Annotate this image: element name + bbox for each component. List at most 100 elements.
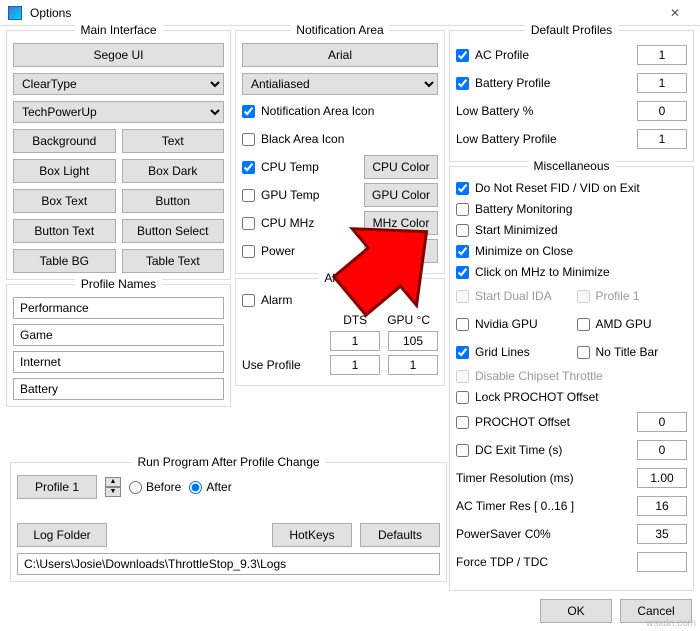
color-button[interactable]: Text: [122, 129, 225, 153]
dp-label: AC Profile: [475, 48, 529, 62]
path-input[interactable]: [17, 553, 440, 575]
misc-checkbox[interactable]: [456, 266, 469, 279]
color-button[interactable]: Box Text: [13, 189, 116, 213]
dp-value[interactable]: 1: [637, 73, 687, 93]
color-button[interactable]: Box Dark: [122, 159, 225, 183]
misc-checkbox[interactable]: [456, 444, 469, 457]
misc-value[interactable]: 16: [637, 496, 687, 516]
profile-name-input[interactable]: [13, 351, 224, 373]
dp-label: Battery Profile: [475, 76, 550, 90]
misc-checkbox: [577, 290, 590, 303]
color-button[interactable]: Table BG: [13, 249, 116, 273]
log-folder-button[interactable]: Log Folder: [17, 523, 107, 547]
misc-checkbox[interactable]: [456, 416, 469, 429]
misc-label: Grid Lines: [475, 345, 530, 359]
notif-checkbox[interactable]: [242, 161, 255, 174]
legend: Run Program After Profile Change: [131, 455, 325, 469]
profile-name-input[interactable]: [13, 297, 224, 319]
profile-names-group: Profile Names: [6, 284, 231, 407]
hotkeys-button[interactable]: HotKeys: [272, 523, 352, 547]
misc-label: Force TDP / TDC: [456, 555, 548, 569]
notif-checkbox[interactable]: [242, 133, 255, 146]
notif-checkbox[interactable]: [242, 245, 255, 258]
font-button[interactable]: Segoe UI: [13, 43, 224, 67]
close-icon[interactable]: ✕: [658, 6, 692, 20]
color-button[interactable]: P Color: [364, 239, 438, 263]
color-button[interactable]: Button: [122, 189, 225, 213]
misc-checkbox[interactable]: [456, 245, 469, 258]
render-select[interactable]: Antialiased: [242, 73, 438, 95]
color-button[interactable]: Table Text: [122, 249, 225, 273]
misc-checkbox: [456, 290, 469, 303]
dp-label: Low Battery %: [456, 104, 533, 118]
misc-label: Profile 1: [596, 289, 640, 303]
color-button[interactable]: Box Light: [13, 159, 116, 183]
misc-label: Lock PROCHOT Offset: [475, 390, 599, 404]
color-button[interactable]: MHz Color: [364, 211, 438, 235]
dp-value[interactable]: 0: [637, 101, 687, 121]
misc-value[interactable]: 35: [637, 524, 687, 544]
color-button[interactable]: GPU Color: [364, 183, 438, 207]
misc-label: DC Exit Time (s): [475, 443, 562, 457]
dts-label: DTS: [343, 313, 367, 327]
dts-value[interactable]: 1: [330, 331, 380, 351]
misc-value[interactable]: 0: [637, 440, 687, 460]
misc-label: PowerSaver C0%: [456, 527, 551, 541]
render-select[interactable]: ClearType: [13, 73, 224, 95]
notif-label: CPU MHz: [261, 216, 314, 230]
profile-name-input[interactable]: [13, 324, 224, 346]
dp-value[interactable]: 1: [637, 45, 687, 65]
color-button[interactable]: Background: [13, 129, 116, 153]
default-profiles-group: Default Profiles AC Profile1Battery Prof…: [449, 30, 694, 162]
misc-checkbox[interactable]: [456, 182, 469, 195]
misc-checkbox[interactable]: [456, 391, 469, 404]
defaults-button[interactable]: Defaults: [360, 523, 440, 547]
misc-value[interactable]: [637, 552, 687, 572]
gpu-value[interactable]: 105: [388, 331, 438, 351]
use-profile-2[interactable]: 1: [388, 355, 438, 375]
notif-label: Black Area Icon: [261, 132, 344, 146]
theme-select[interactable]: TechPowerUp: [13, 101, 224, 123]
legend: Notification Area: [290, 23, 389, 37]
color-button[interactable]: CPU Color: [364, 155, 438, 179]
misc-checkbox[interactable]: [456, 224, 469, 237]
before-radio[interactable]: Before: [129, 480, 181, 494]
dp-checkbox[interactable]: [456, 77, 469, 90]
legend: Miscellaneous: [527, 159, 615, 173]
misc-group: Miscellaneous Do Not Reset FID / VID on …: [449, 166, 694, 591]
misc-label: AC Timer Res [ 0..16 ]: [456, 499, 574, 513]
dp-checkbox[interactable]: [456, 49, 469, 62]
gpu-label: GPU °C: [387, 313, 430, 327]
use-profile-1[interactable]: 1: [330, 355, 380, 375]
misc-value[interactable]: 1.00: [637, 468, 687, 488]
notif-label: GPU Temp: [261, 188, 319, 202]
notif-checkbox[interactable]: [242, 189, 255, 202]
profile-name-input[interactable]: [13, 378, 224, 400]
misc-label: Minimize on Close: [475, 244, 573, 258]
misc-checkbox[interactable]: [456, 203, 469, 216]
misc-checkbox[interactable]: [577, 318, 590, 331]
app-icon: [8, 6, 22, 20]
profile-button[interactable]: Profile 1: [17, 475, 97, 499]
misc-checkbox[interactable]: [577, 346, 590, 359]
ok-button[interactable]: OK: [540, 599, 612, 623]
misc-label: Timer Resolution (ms): [456, 471, 574, 485]
font-button[interactable]: Arial: [242, 43, 438, 67]
main-interface-group: Main Interface Segoe UI ClearType TechPo…: [6, 30, 231, 280]
dp-value[interactable]: 1: [637, 129, 687, 149]
notif-label: Power: [261, 244, 295, 258]
misc-checkbox[interactable]: [456, 318, 469, 331]
color-button[interactable]: Button Text: [13, 219, 116, 243]
notif-checkbox[interactable]: [242, 105, 255, 118]
profile-spinner[interactable]: ▲▼: [105, 477, 121, 497]
misc-value[interactable]: 0: [637, 412, 687, 432]
color-button[interactable]: Button Select: [122, 219, 225, 243]
misc-checkbox[interactable]: [456, 346, 469, 359]
notif-checkbox[interactable]: [242, 217, 255, 230]
legend: Profile Names: [75, 277, 162, 291]
after-radio[interactable]: After: [189, 480, 231, 494]
alarm-checkbox[interactable]: [242, 294, 255, 307]
misc-label: Start Dual IDA: [475, 289, 552, 303]
legend: Alarm: [318, 271, 361, 285]
misc-label: PROCHOT Offset: [475, 415, 570, 429]
